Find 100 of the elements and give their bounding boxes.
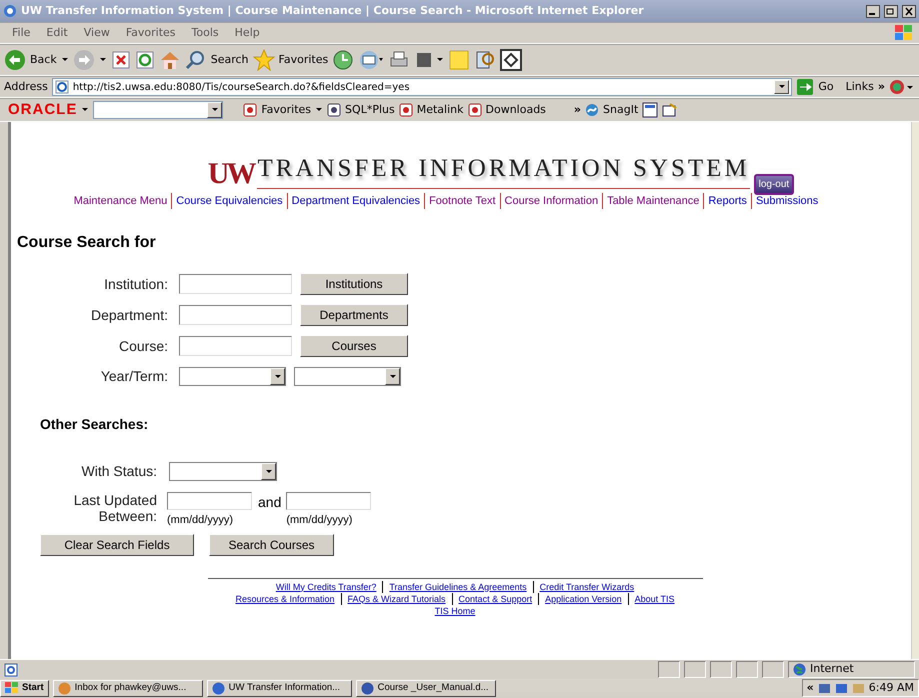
- windows-logo-icon: [893, 23, 915, 43]
- caret-icon[interactable]: [778, 83, 786, 91]
- section-heading: Course Search for: [17, 233, 157, 253]
- globe-icon: [793, 663, 806, 676]
- minimize-button[interactable]: [866, 4, 880, 18]
- field-label: With Status:: [80, 462, 157, 481]
- snagit-button[interactable]: SnagIt: [603, 102, 638, 118]
- footer-link[interactable]: Application Version: [538, 592, 628, 604]
- footer-link[interactable]: Contact & Support: [452, 592, 538, 604]
- links-button[interactable]: Links: [846, 78, 874, 96]
- restore-button[interactable]: [884, 4, 898, 18]
- close-button[interactable]: [902, 4, 916, 18]
- nav-link[interactable]: Course Information: [500, 192, 602, 209]
- history-icon[interactable]: [332, 49, 354, 71]
- chevron[interactable]: »: [878, 78, 885, 96]
- footer-link[interactable]: FAQs & Wizard Tutorials: [340, 592, 452, 604]
- search-button[interactable]: Search Courses: [209, 534, 334, 556]
- nav-link[interactable]: Reports: [703, 192, 751, 209]
- toolbar-link[interactable]: SQL*Plus: [345, 102, 395, 118]
- taskbar-button[interactable]: Inbox for phawkey@uws...: [52, 680, 203, 696]
- nav-link[interactable]: Submissions: [750, 192, 822, 209]
- clock: 6:49 AM: [868, 680, 914, 696]
- start-button[interactable]: Start: [0, 680, 49, 696]
- menu-item[interactable]: Tools: [184, 24, 227, 42]
- text-field[interactable]: [179, 274, 292, 294]
- go-button[interactable]: Go: [818, 78, 834, 96]
- search-icon[interactable]: [184, 49, 207, 71]
- scrollbar[interactable]: [911, 122, 919, 659]
- search-button[interactable]: Search: [210, 52, 249, 68]
- logout-button[interactable]: log-out: [754, 174, 794, 194]
- status-pane: [762, 661, 784, 678]
- stop-icon[interactable]: [110, 50, 131, 70]
- menu-item[interactable]: View: [76, 24, 118, 42]
- nav-link[interactable]: Maintenance Menu: [70, 192, 172, 209]
- and-label: and: [258, 493, 282, 512]
- page-icon[interactable]: [54, 80, 69, 94]
- section-heading: Other Searches:: [40, 415, 150, 434]
- back-button[interactable]: Back: [30, 52, 57, 68]
- zone-label: Internet: [810, 661, 854, 678]
- taskbar-button[interactable]: UW Transfer Information...: [206, 680, 352, 696]
- capture-icon[interactable]: [662, 102, 678, 118]
- toolbar-link[interactable]: Downloads: [486, 102, 546, 118]
- caret-icon[interactable]: [81, 106, 90, 114]
- field-label: Course:: [118, 336, 168, 356]
- text-field[interactable]: [179, 305, 292, 325]
- nav-link[interactable]: Course Equivalencies: [171, 192, 287, 209]
- menu-item[interactable]: File: [4, 24, 38, 42]
- combo-field[interactable]: [93, 101, 224, 119]
- chevron[interactable]: »: [574, 102, 582, 118]
- caret-icon[interactable]: [264, 468, 272, 476]
- date-hint: (mm/dd/yyyy): [286, 513, 354, 528]
- lookup-button[interactable]: Institutions: [300, 273, 408, 295]
- university-logo: UW: [208, 158, 254, 188]
- tray-chevron[interactable]: «: [806, 680, 814, 696]
- dropdown[interactable]: [179, 367, 286, 386]
- menu-item[interactable]: Favorites: [118, 24, 184, 42]
- page-icon: [4, 662, 18, 676]
- menu-item[interactable]: Edit: [38, 24, 76, 42]
- site-title: TRANSFER INFORMATION SYSTEM: [257, 150, 750, 188]
- toolbar-link[interactable]: Favorites: [261, 102, 312, 118]
- window-title: UW Transfer Information System | Course Maintenance | Course Search - Microsoft Internet Explorer: [21, 2, 645, 19]
- caret-icon[interactable]: [210, 106, 219, 114]
- nav-link[interactable]: Department Equivalencies: [286, 192, 424, 209]
- taskbar-button[interactable]: Course _User_Manual.d...: [356, 680, 496, 696]
- date-field[interactable]: [167, 492, 252, 510]
- caret-icon[interactable]: [60, 56, 69, 64]
- globe-icon[interactable]: [889, 78, 915, 96]
- field-label: Between:: [98, 508, 157, 524]
- snagit-icon[interactable]: [585, 103, 600, 117]
- field-label: Department:: [90, 306, 168, 325]
- oracle-logo: ORACLE: [8, 100, 78, 120]
- footer-link[interactable]: TIS Home: [428, 604, 482, 616]
- nav-link[interactable]: Table Maintenance: [602, 192, 704, 209]
- home-icon[interactable]: [158, 49, 181, 71]
- favorites-button[interactable]: Favorites: [278, 52, 328, 68]
- windows-logo-icon: [5, 682, 18, 694]
- caret-icon[interactable]: [388, 372, 396, 380]
- address-field[interactable]: http://tis2.uwsa.edu:8080/Tis/courseSearch.do?&fieldsCleared=yes: [52, 78, 792, 96]
- menu-item[interactable]: Help: [226, 24, 268, 42]
- footer-link[interactable]: About TIS: [628, 592, 681, 604]
- toolbar-link[interactable]: Metalink: [416, 102, 464, 118]
- caret-icon[interactable]: [274, 372, 282, 380]
- text-field[interactable]: [179, 336, 292, 356]
- window-icon[interactable]: [642, 102, 658, 118]
- lookup-button[interactable]: Courses: [300, 335, 408, 357]
- date-field[interactable]: [286, 492, 372, 510]
- caret-icon[interactable]: [315, 106, 324, 114]
- lookup-button[interactable]: Departments: [300, 304, 408, 326]
- clear-button[interactable]: Clear Search Fields: [40, 534, 194, 556]
- dropdown[interactable]: [169, 462, 277, 481]
- footer-link[interactable]: Credit Transfer Wizards: [532, 580, 640, 592]
- footer-link[interactable]: Will My Credits Transfer?: [270, 580, 382, 592]
- address-label: Address: [4, 78, 48, 95]
- nav-link[interactable]: Footnote Text: [424, 192, 500, 209]
- dropdown[interactable]: [294, 367, 401, 386]
- caret-icon[interactable]: [98, 56, 107, 64]
- footer-link[interactable]: Transfer Guidelines & Agreements: [382, 580, 533, 592]
- refresh-icon[interactable]: [134, 50, 155, 70]
- footer-link[interactable]: Resources & Information: [229, 592, 341, 604]
- date-hint: (mm/dd/yyyy): [167, 513, 234, 528]
